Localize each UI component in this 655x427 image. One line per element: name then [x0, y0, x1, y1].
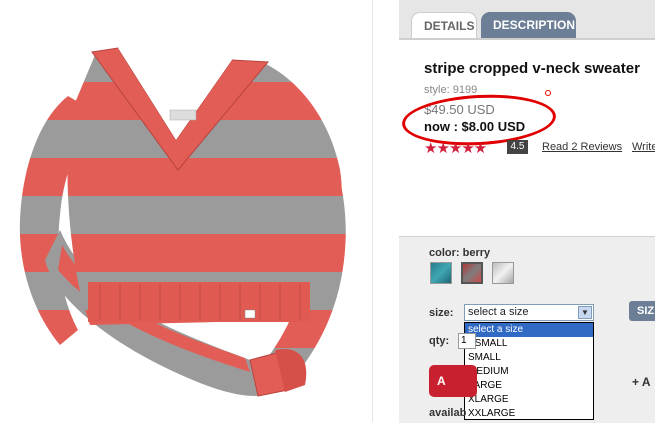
availability-label: availab [429, 407, 467, 419]
size-select[interactable]: select a size ▼ [464, 304, 594, 321]
tab-details[interactable]: DETAILS [411, 12, 477, 38]
tab-description[interactable]: DESCRIPTION [481, 12, 576, 38]
read-reviews-link[interactable]: Read 2 Reviews [542, 141, 622, 153]
tab-bar: DETAILS DESCRIPTION [399, 0, 655, 40]
product-image[interactable] [0, 0, 372, 422]
add-to-bag-button[interactable]: A [429, 365, 477, 397]
product-details-panel: DETAILS DESCRIPTION stripe cropped v-nec… [399, 0, 655, 423]
add-to-wishlist-link[interactable]: + A [632, 375, 651, 389]
size-option[interactable]: XSMALL [465, 337, 593, 351]
size-option[interactable]: SMALL [465, 351, 593, 365]
write-review-link[interactable]: Write [632, 141, 655, 153]
divider [372, 0, 373, 422]
style-number: style: 9199 [424, 84, 478, 96]
size-chart-button[interactable]: SIZ [629, 301, 655, 321]
size-select-value: select a size [468, 306, 529, 318]
qty-label: qty: [429, 335, 450, 347]
size-option[interactable]: XXLARGE [465, 407, 593, 421]
size-dropdown-list: select a size XSMALL SMALL MEDIUM LARGE … [464, 322, 594, 420]
star-rating-icon: ★★★★★ [424, 140, 487, 157]
color-value: berry [462, 247, 491, 259]
qty-input[interactable]: 1 [458, 333, 476, 349]
size-option[interactable]: XLARGE [465, 393, 593, 407]
product-title: stripe cropped v-neck sweater [424, 60, 640, 77]
size-label: size: [429, 307, 454, 319]
size-option[interactable]: MEDIUM [465, 365, 593, 379]
sweater-illustration [19, 47, 346, 397]
chevron-down-icon[interactable]: ▼ [578, 306, 592, 319]
color-swatch-grey[interactable] [492, 262, 514, 284]
size-option[interactable]: LARGE [465, 379, 593, 393]
color-label: color: berry [429, 247, 491, 259]
size-option[interactable]: select a size [465, 323, 593, 337]
color-swatch-teal[interactable] [430, 262, 452, 284]
color-swatch-berry[interactable] [461, 262, 483, 284]
highlight-dot [545, 90, 551, 96]
rating-badge: 4.5 [507, 140, 528, 154]
